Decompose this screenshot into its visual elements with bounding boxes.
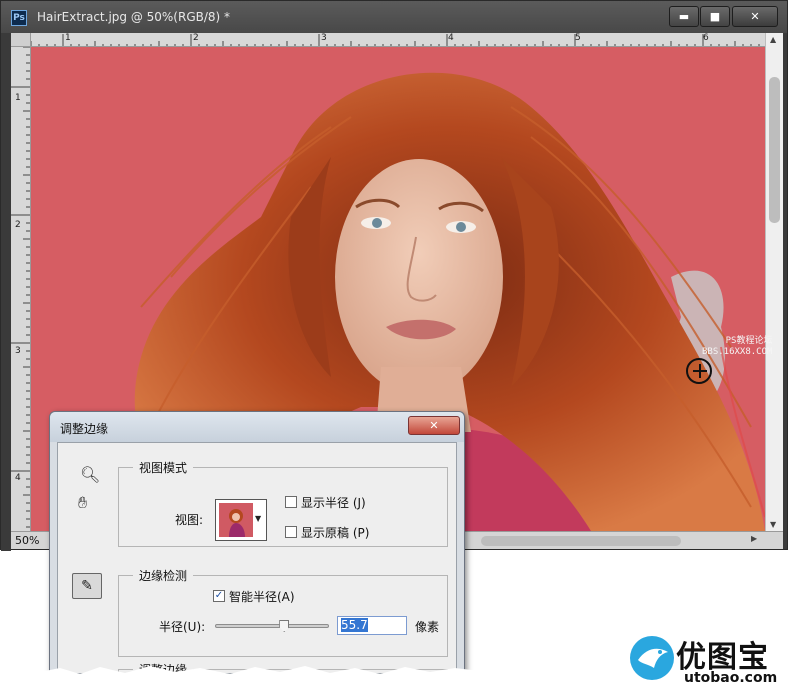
view-mode-group: 视图模式 视图: ▼ 显示半径 (J) 显示原稿 (P): [118, 459, 448, 547]
ruler-origin[interactable]: [11, 33, 31, 47]
site-logo: 优图宝 utobao.com: [628, 628, 788, 691]
logo-url: utobao.com: [684, 670, 778, 686]
zoom-level[interactable]: 50%: [15, 534, 39, 547]
minimize-button[interactable]: ▬: [669, 6, 699, 27]
ruler-left-label-1: 1: [15, 93, 21, 103]
show-radius-checkbox[interactable]: [285, 496, 297, 508]
forum-watermark-line2: BBS.16XX8.COM: [702, 347, 773, 357]
document-title: HairExtract.jpg @ 50%(RGB/8) *: [37, 10, 231, 24]
horizontal-ruler[interactable]: 1 2 3 4 5 6: [31, 33, 765, 47]
radius-input[interactable]: 55.7: [337, 616, 407, 635]
window-frame: [1, 33, 11, 551]
hand-tool-icon[interactable]: ✋︎: [78, 493, 87, 513]
vertical-scroll-thumb[interactable]: [769, 77, 780, 223]
refine-edge-dialog: 调整边缘 ✕ 🔍︎ ✋︎ ✎ 视图模式 视图: ▼ 显示半径 (J) 显示原稿 …: [49, 411, 465, 689]
horizontal-scrollbar[interactable]: ▶: [481, 533, 763, 548]
vertical-ruler[interactable]: 1 2 3 4: [11, 47, 31, 531]
radius-slider[interactable]: [215, 620, 329, 632]
screenshot-stage: Ps HairExtract.jpg @ 50%(RGB/8) * ▬ ■ ✕ …: [0, 0, 788, 691]
scroll-down-icon[interactable]: ▼: [770, 520, 776, 529]
radius-slider-thumb[interactable]: [279, 620, 290, 632]
ruler-top-label-4: 4: [448, 33, 454, 43]
radius-label: 半径(U):: [159, 620, 206, 634]
scroll-up-icon[interactable]: ▲: [770, 35, 776, 44]
edge-detection-legend: 边缘检测: [133, 567, 194, 584]
radius-input-value: 55.7: [341, 618, 368, 632]
horizontal-ruler-ticks: [31, 34, 760, 46]
ruler-left-label-4: 4: [15, 473, 21, 483]
view-dropdown-chevron-icon[interactable]: ▼: [255, 514, 261, 523]
vertical-scrollbar[interactable]: ▲ ▼: [765, 33, 783, 531]
dialog-close-button[interactable]: ✕: [408, 416, 460, 435]
smart-radius-label[interactable]: 智能半径(A): [229, 588, 295, 605]
view-preview-thumbnail: [219, 503, 253, 537]
ruler-top-label-1: 1: [65, 33, 71, 43]
ruler-left-label-2: 2: [15, 220, 21, 230]
forum-watermark-line1: PS教程论坛: [725, 336, 773, 346]
torn-edge-decoration: [40, 666, 480, 691]
bird-logo-icon: [630, 636, 674, 680]
horizontal-scroll-thumb[interactable]: [481, 536, 681, 546]
zoom-tool-icon[interactable]: 🔍︎: [80, 465, 100, 484]
show-radius-label[interactable]: 显示半径 (J): [301, 494, 366, 511]
view-dropdown[interactable]: ▼: [215, 499, 267, 541]
dialog-body: 🔍︎ ✋︎ ✎ 视图模式 视图: ▼ 显示半径 (J) 显示原稿 (P) 边缘检…: [57, 442, 457, 689]
refine-radius-tool-icon[interactable]: ✎: [72, 573, 102, 599]
radius-unit: 像素: [415, 620, 440, 634]
maximize-button[interactable]: ■: [700, 6, 730, 27]
view-label: 视图:: [175, 513, 204, 527]
close-button[interactable]: ✕: [732, 6, 778, 27]
document-titlebar[interactable]: Ps HairExtract.jpg @ 50%(RGB/8) * ▬ ■ ✕: [1, 1, 787, 33]
photoshop-logo-icon: Ps: [11, 10, 27, 26]
edge-detection-group: 边缘检测 ✓ 智能半径(A) 半径(U): 55.7 像素: [118, 567, 448, 657]
ruler-top-label-2: 2: [193, 33, 199, 43]
vertical-ruler-ticks: [11, 47, 30, 528]
scroll-right-icon[interactable]: ▶: [751, 534, 757, 543]
dialog-titlebar[interactable]: 调整边缘 ✕: [50, 412, 464, 442]
show-original-checkbox[interactable]: [285, 526, 297, 538]
show-original-label[interactable]: 显示原稿 (P): [301, 524, 369, 541]
dialog-title: 调整边缘: [60, 422, 109, 436]
smart-radius-checkbox[interactable]: ✓: [213, 590, 225, 602]
ruler-left-label-3: 3: [15, 346, 21, 356]
ruler-top-label-5: 5: [575, 33, 581, 43]
ruler-top-label-6: 6: [703, 33, 709, 43]
ruler-top-label-3: 3: [321, 33, 327, 43]
view-mode-legend: 视图模式: [133, 459, 194, 476]
brush-cursor-icon: [686, 358, 712, 384]
forum-watermark: PS教程论坛 BBS.16XX8.COM: [702, 336, 772, 358]
